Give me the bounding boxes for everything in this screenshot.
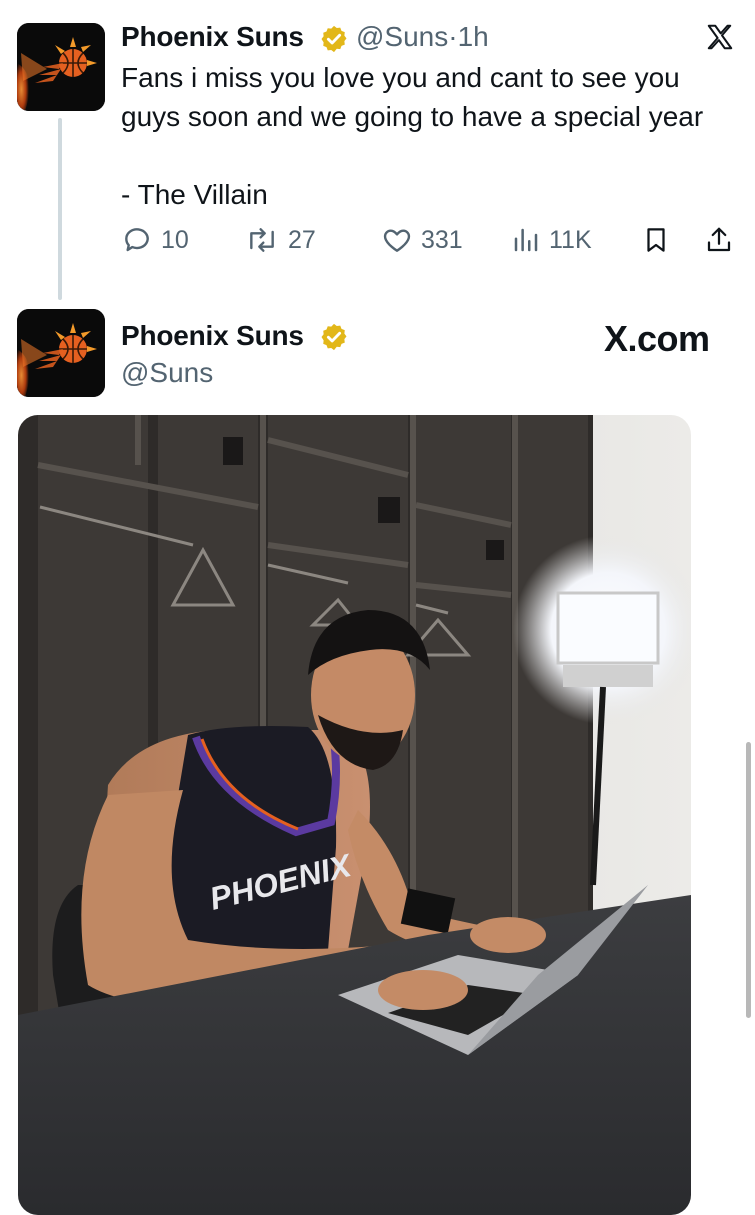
quoted-author-name[interactable]: Phoenix Suns: [121, 320, 304, 352]
thread-connector-line: [58, 118, 62, 300]
tweet-text: Fans i miss you love you and cant to see…: [121, 58, 746, 214]
views-button[interactable]: 11K: [511, 224, 592, 256]
verified-badge-icon: [321, 25, 347, 53]
handle-and-time[interactable]: @Suns·1h: [356, 21, 489, 53]
quoted-avatar[interactable]: [17, 309, 105, 397]
scrollbar[interactable]: [746, 742, 751, 1018]
x-com-brand: X.com: [604, 318, 710, 359]
locker-room-photo: PHOENIX: [18, 415, 691, 1215]
tweet-text-line: guys soon and we going to have a special…: [121, 101, 704, 132]
retweet-button[interactable]: 27: [244, 224, 316, 256]
quoted-author-handle[interactable]: @Suns: [121, 357, 213, 389]
views-icon: [514, 228, 538, 252]
tweet-text-line: - The Villain: [121, 179, 268, 210]
author-name[interactable]: Phoenix Suns: [121, 21, 304, 53]
retweet-icon: [250, 228, 274, 252]
separator-dot: ·: [448, 21, 458, 52]
suns-logo-icon: [17, 23, 105, 111]
timestamp[interactable]: 1h: [458, 21, 489, 52]
bookmark-icon: [647, 228, 665, 252]
suns-logo-icon: [17, 309, 105, 397]
reply-icon: [125, 228, 149, 252]
verified-badge-icon: [321, 323, 347, 351]
bookmark-button[interactable]: [641, 224, 671, 256]
tweet-text-line: Fans i miss you love you and cant to see…: [121, 62, 680, 93]
tweet-text-line: [121, 136, 746, 175]
retweet-count: 27: [288, 225, 316, 254]
like-count: 331: [421, 225, 463, 254]
author-handle[interactable]: @Suns: [356, 21, 448, 52]
like-icon: [383, 229, 411, 252]
like-button[interactable]: 331: [381, 224, 463, 256]
x-logo-icon[interactable]: [704, 22, 736, 52]
reply-count: 10: [161, 225, 189, 254]
avatar[interactable]: [17, 23, 105, 111]
share-icon: [707, 227, 731, 252]
reply-button[interactable]: 10: [121, 224, 189, 256]
tweet-media-photo[interactable]: PHOENIX: [18, 415, 691, 1215]
view-count: 11K: [549, 225, 592, 254]
share-button[interactable]: [704, 224, 734, 256]
action-bar: 10 27 331 11K: [121, 224, 741, 264]
